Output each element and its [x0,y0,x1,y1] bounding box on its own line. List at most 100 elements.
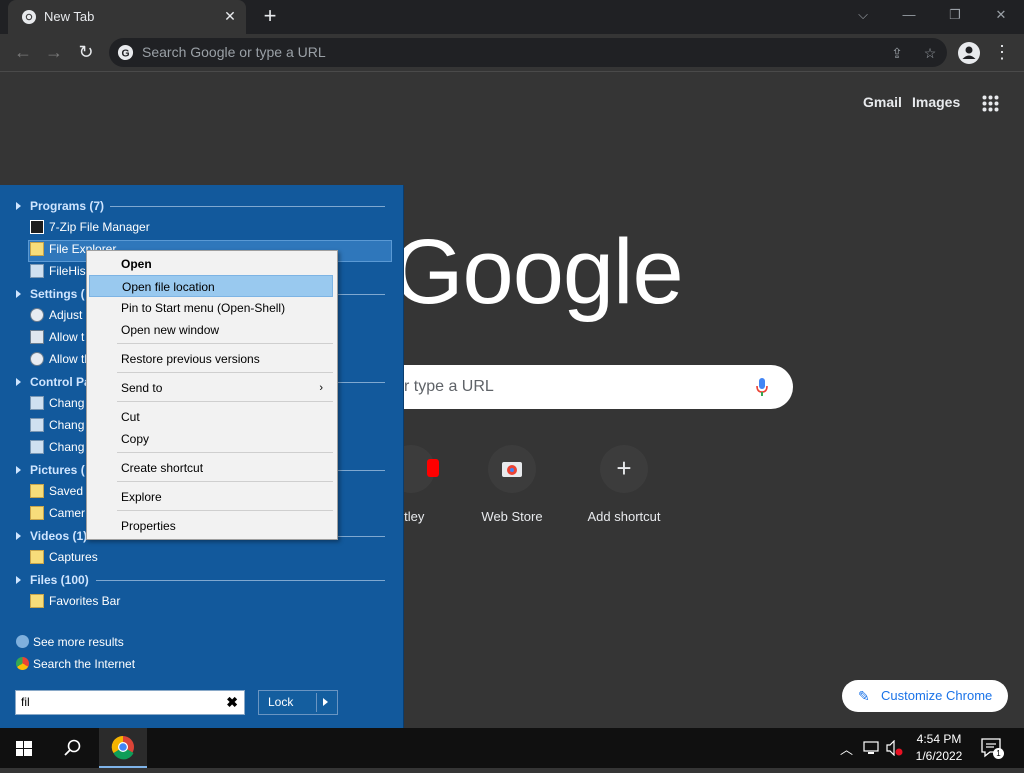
back-arrow-icon[interactable]: ← [8,34,38,71]
profile-avatar-icon[interactable] [958,42,980,64]
bookmark-star-icon[interactable]: ☆ [920,43,940,63]
lock-divider [316,693,317,712]
images-link[interactable]: Images [912,94,960,110]
search-icon [16,635,29,648]
item-adjust[interactable]: Adjust [30,304,82,326]
menu-item-cut[interactable]: Cut [89,406,333,428]
section-videos[interactable]: Videos (1) [16,529,87,543]
control-panel-icon [30,440,44,454]
clear-search-icon[interactable]: ✖ [226,694,238,711]
customize-chrome-button[interactable]: ✎ Customize Chrome [842,680,1008,712]
minimize-button[interactable]: — [886,0,932,30]
item-allow-1[interactable]: Allow t [30,326,84,348]
chrome-favicon-icon [22,10,36,24]
expand-arrow-icon [16,576,21,584]
menu-item-explore[interactable]: Explore [89,486,333,508]
customize-chrome-label: Customize Chrome [881,688,993,703]
windows-start-button[interactable] [0,728,48,768]
folder-icon [30,506,44,520]
search-icon [64,739,81,756]
svg-text:G: G [121,48,129,59]
control-panel-icon [30,396,44,410]
item-favorites-bar[interactable]: Favorites Bar [30,590,120,612]
windows-taskbar: ︿ 4:54 PM 1/6/2022 1 [0,728,1024,768]
item-change-1[interactable]: Chang [30,392,84,414]
menu-separator [117,452,333,453]
windows-logo-icon [16,741,32,756]
tab-close-icon[interactable]: ✕ [220,6,240,26]
menu-item-pin-start[interactable]: Pin to Start menu (Open-Shell) [89,297,333,319]
item-saved[interactable]: Saved [30,480,83,502]
taskbar-search-button[interactable] [48,728,96,768]
section-files[interactable]: Files (100) [16,573,89,587]
section-divider [336,470,385,471]
google-logo: Google [392,221,684,323]
share-icon[interactable]: ⇪ [887,43,907,63]
section-control-panel[interactable]: Control Pa [16,375,91,389]
ntp-search-box[interactable]: r type a URL [374,365,793,409]
gmail-link[interactable]: Gmail [863,94,902,110]
network-icon[interactable] [863,740,881,756]
expand-arrow-icon [16,290,21,298]
section-programs[interactable]: Programs (7) [16,199,104,213]
close-window-button[interactable]: ✕ [978,0,1024,30]
google-apps-icon[interactable] [982,95,999,112]
expand-arrow-icon [16,532,21,540]
menu-item-open[interactable]: Open [89,253,333,275]
lock-options-arrow-icon[interactable] [323,698,328,706]
menu-item-copy[interactable]: Copy [89,428,333,450]
notification-center-button[interactable]: 1 [978,736,1004,760]
search-internet-link[interactable]: Search the Internet [16,657,135,671]
expand-arrow-icon [16,378,21,386]
folder-icon [30,484,44,498]
file-history-icon [30,264,44,278]
lock-label: Lock [268,695,294,709]
browser-title-bar: New Tab ✕ + ⌵ — ❐ ✕ [0,0,1024,34]
expand-arrow-icon [16,466,21,474]
address-bar[interactable]: G Search Google or type a URL ⇪ ☆ [109,38,947,67]
restore-button[interactable]: ❐ [932,0,978,30]
clock[interactable]: 4:54 PM 1/6/2022 [908,731,970,765]
tab-search-chevron-icon[interactable]: ⌵ [840,0,886,30]
tab-new-tab[interactable]: New Tab ✕ [8,0,246,34]
section-divider [336,294,385,295]
shortcut-label: Web Store [481,509,543,524]
menu-item-restore-versions[interactable]: Restore previous versions [89,348,333,370]
chrome-icon [16,657,29,670]
taskbar-chrome-button[interactable] [99,728,147,768]
palette-icon [30,308,44,322]
menu-item-properties[interactable]: Properties [89,515,333,537]
menu-item-send-to[interactable]: Send to › [89,377,333,399]
item-change-3[interactable]: Chang [30,436,84,458]
folder-icon [30,594,44,608]
chrome-menu-icon[interactable]: ⋮ [992,34,1012,71]
microphone-icon[interactable] [755,377,769,397]
menu-item-create-shortcut[interactable]: Create shortcut [89,457,333,479]
item-7zip[interactable]: 7-Zip File Manager [30,216,150,238]
shortcut-web-store[interactable]: Web Store [457,445,567,524]
section-divider [336,536,385,537]
palette-icon [30,352,44,366]
forward-arrow-icon[interactable]: → [39,34,69,71]
chevron-up-icon[interactable]: ︿ [840,739,853,758]
menu-item-open-new-window[interactable]: Open new window [89,319,333,341]
speaker-muted-icon[interactable] [885,740,903,756]
item-allow-2[interactable]: Allow th [30,348,91,370]
lock-button[interactable]: Lock [258,690,338,715]
item-camera[interactable]: Camer [30,502,85,524]
menu-item-open-file-location[interactable]: Open file location [89,275,333,297]
item-change-2[interactable]: Chang [30,414,84,436]
see-more-results-link[interactable]: See more results [16,635,124,649]
new-tab-button[interactable]: + [258,5,282,28]
item-captures[interactable]: Captures [30,546,98,568]
control-panel-check-icon [30,418,44,432]
add-shortcut-button[interactable]: + Add shortcut [569,445,679,524]
reload-icon[interactable]: ↻ [71,34,101,71]
start-search-input[interactable]: fil ✖ [15,690,245,715]
menu-separator [117,401,333,402]
section-pictures[interactable]: Pictures ( [16,463,85,477]
item-filehistory[interactable]: FileHis [30,260,86,282]
section-settings[interactable]: Settings ( [16,287,85,301]
menu-separator [117,510,333,511]
section-divider [336,382,385,383]
